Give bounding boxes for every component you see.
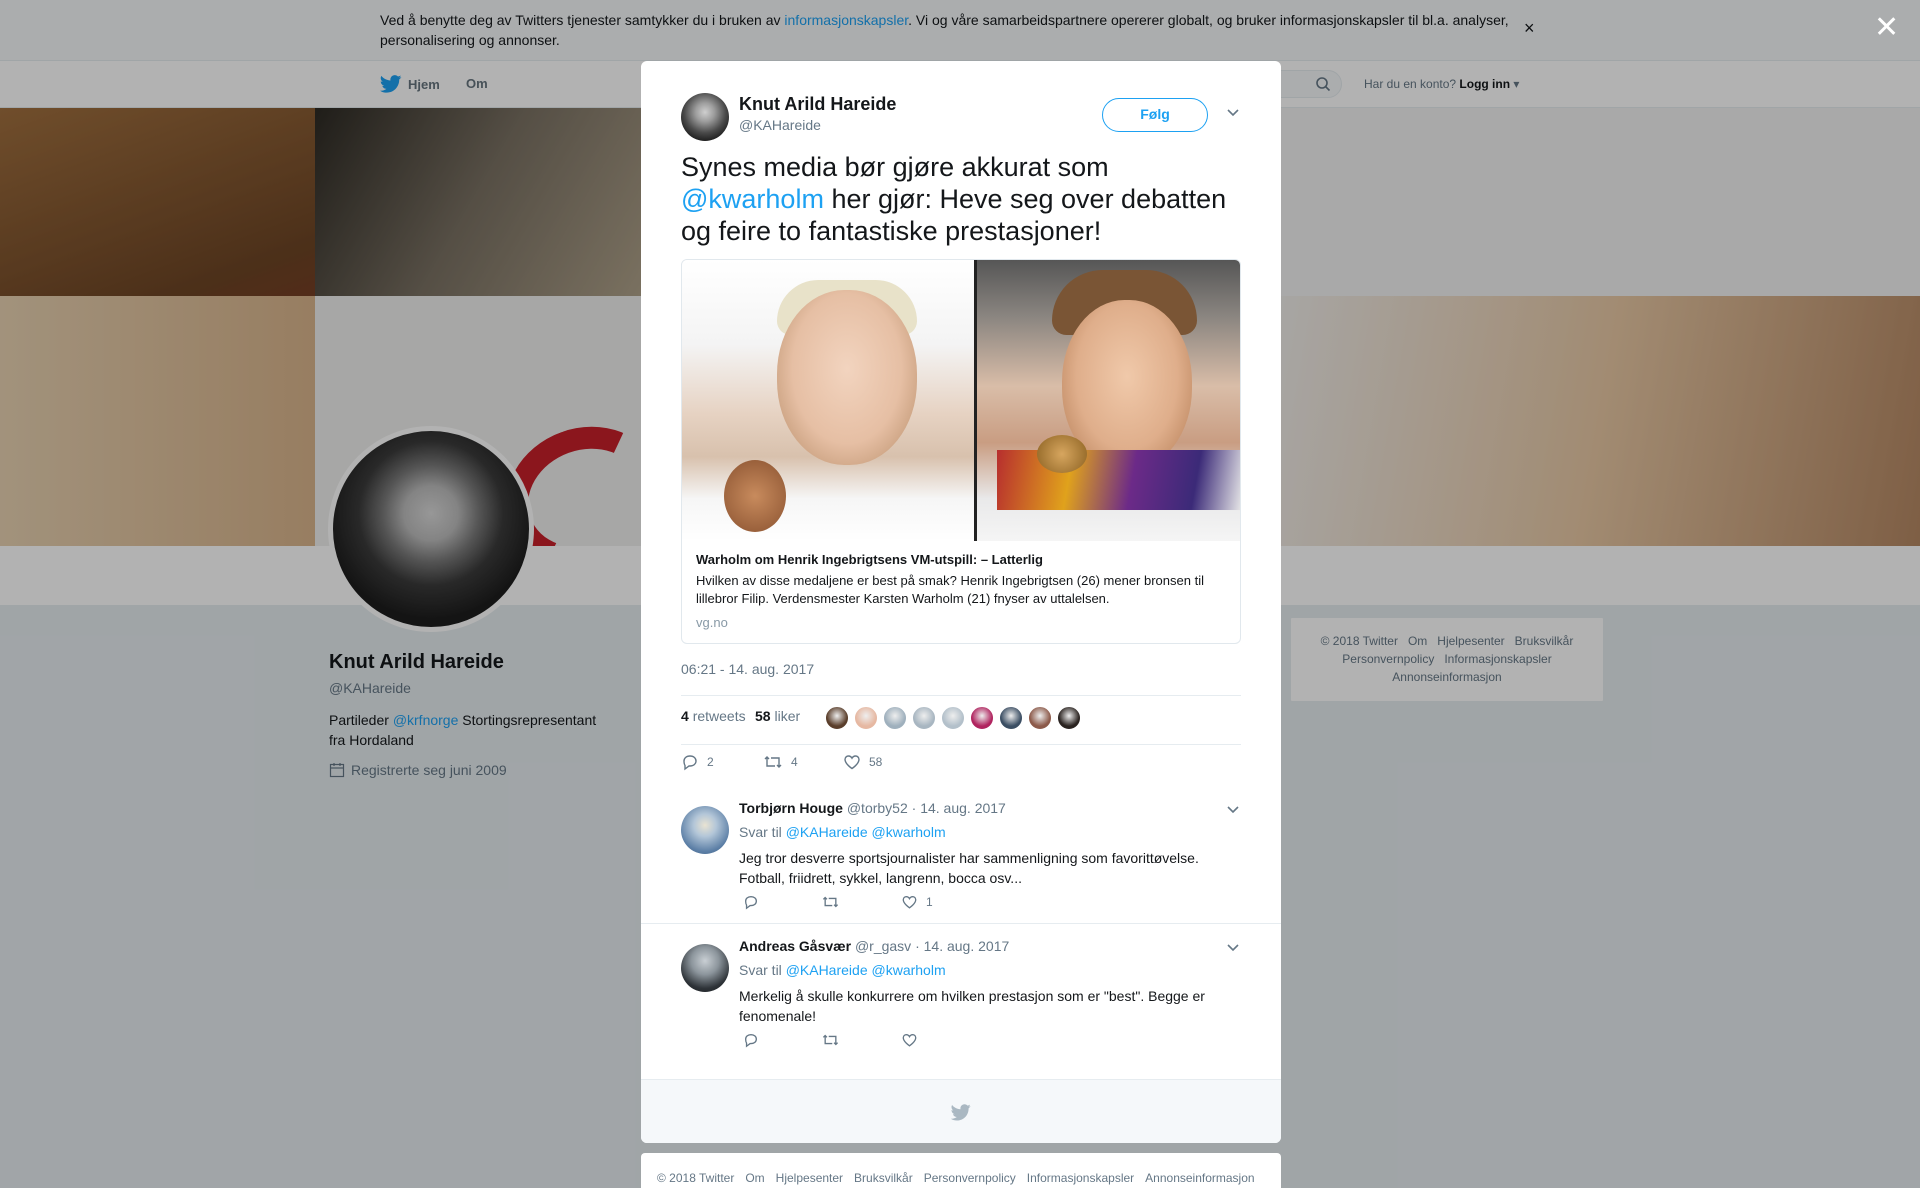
like-button[interactable]: 58: [843, 753, 882, 771]
footer-link[interactable]: Hjelpesenter: [776, 1171, 843, 1185]
liker-avatar[interactable]: [825, 706, 849, 730]
like-stat[interactable]: 58 liker: [755, 708, 800, 724]
reply-button[interactable]: [743, 1032, 759, 1048]
card-image: [682, 260, 1240, 541]
reply-date[interactable]: · 14. aug. 2017: [915, 938, 1009, 954]
reply-to-label: Svar til: [739, 962, 782, 978]
reply-button[interactable]: 2: [681, 753, 714, 771]
retweet-icon: [822, 1034, 839, 1046]
retweet-icon: [764, 756, 782, 768]
reply-to: Svar til @KAHareide @kwarholm: [739, 962, 946, 978]
tweet-author-handle[interactable]: @KAHareide: [739, 117, 821, 133]
liker-avatar[interactable]: [912, 706, 936, 730]
tweet-timestamp[interactable]: 06:21 - 14. aug. 2017: [681, 661, 814, 677]
retweet-button[interactable]: [821, 1032, 840, 1048]
bottom-footer: © 2018 Twitter Om Hjelpesenter Bruksvilkår P…: [641, 1153, 1281, 1188]
footer-link[interactable]: Informasjonskapsler: [1027, 1171, 1134, 1185]
retweet-button[interactable]: [821, 894, 840, 910]
follow-button[interactable]: Følg: [1102, 98, 1208, 132]
retweet-action-count: 4: [791, 755, 798, 769]
reply-to-label: Svar til: [739, 824, 782, 840]
heart-icon: [844, 755, 860, 770]
reply-tweet[interactable]: Andreas Gåsvær @r_gasv · 14. aug. 2017 S…: [641, 923, 1281, 1061]
chevron-down-icon[interactable]: [1226, 107, 1240, 117]
reply-header: Torbjørn Houge @torby52 · 14. aug. 2017: [739, 800, 1006, 816]
reply-icon: [683, 755, 697, 771]
heart-icon: [902, 1033, 917, 1047]
reply-text: Merkelig å skulle konkurrere om hvilken …: [739, 988, 1205, 1024]
card-domain: vg.no: [696, 615, 728, 630]
tweet-stats: 4 retweets 58 liker: [681, 695, 1241, 745]
footer-link[interactable]: Bruksvilkår: [854, 1171, 913, 1185]
reply-avatar[interactable]: [681, 944, 729, 992]
reply-tweet[interactable]: Torbjørn Houge @torby52 · 14. aug. 2017 …: [641, 786, 1281, 924]
tweet-mention-link[interactable]: @kwarholm: [681, 184, 824, 214]
retweet-icon: [822, 896, 839, 908]
modal-footer: [641, 1079, 1281, 1143]
reply-author-name[interactable]: Torbjørn Houge: [739, 800, 843, 816]
like-label: liker: [774, 708, 801, 724]
likers-avatars: [825, 706, 1081, 730]
tweet-text-start: Synes media bør gjøre akkurat som: [681, 152, 1109, 182]
reply-text: Jeg tror desverre sportsjournalister har…: [739, 850, 1199, 886]
liker-avatar[interactable]: [999, 706, 1023, 730]
liker-avatar[interactable]: [1057, 706, 1081, 730]
twitter-bird-icon: [951, 1104, 971, 1121]
reply-author-name[interactable]: Andreas Gåsvær: [739, 938, 851, 954]
reply-like-count: 1: [926, 895, 933, 909]
retweet-stat[interactable]: 4 retweets: [681, 708, 746, 724]
reply-button[interactable]: [743, 894, 759, 910]
liker-avatar[interactable]: [854, 706, 878, 730]
tweet-text: Synes media bør gjøre akkurat som @kwarh…: [681, 151, 1251, 247]
like-count: 58: [755, 708, 771, 724]
footer-link[interactable]: Personvernpolicy: [924, 1171, 1016, 1185]
reply-actions: 1: [739, 894, 1139, 914]
reply-icon: [744, 1033, 758, 1048]
card-title: Warholm om Henrik Ingebrigtsens VM-utspi…: [696, 552, 1043, 567]
reply-header: Andreas Gåsvær @r_gasv · 14. aug. 2017: [739, 938, 1009, 954]
tweet-actions: 2 4 58: [681, 753, 1241, 783]
reply-avatar[interactable]: [681, 806, 729, 854]
reply-count: 2: [707, 755, 714, 769]
reply-to-links[interactable]: @KAHareide @kwarholm: [786, 962, 946, 978]
footer-link[interactable]: Om: [745, 1171, 764, 1185]
like-action-count: 58: [869, 755, 883, 769]
tweet-author-avatar[interactable]: [681, 93, 729, 141]
card-description: Hvilken av disse medaljene er best på sm…: [696, 573, 1204, 606]
reply-date[interactable]: · 14. aug. 2017: [912, 800, 1006, 816]
like-button[interactable]: [901, 1032, 926, 1048]
footer-link[interactable]: Annonseinformasjon: [1145, 1171, 1254, 1185]
reply-actions: [739, 1032, 1139, 1052]
close-icon[interactable]: ✕: [1874, 10, 1899, 45]
link-card[interactable]: Warholm om Henrik Ingebrigtsens VM-utspi…: [681, 259, 1241, 644]
tweet-modal: Knut Arild Hareide @KAHareide Følg Synes…: [641, 61, 1281, 1143]
reply-author-handle[interactable]: @torby52: [847, 800, 908, 816]
reply-to-links[interactable]: @KAHareide @kwarholm: [786, 824, 946, 840]
retweet-label: retweets: [692, 708, 746, 724]
retweet-button[interactable]: 4: [763, 753, 798, 771]
chevron-down-icon[interactable]: [1226, 804, 1240, 814]
chevron-down-icon[interactable]: [1226, 942, 1240, 952]
liker-avatar[interactable]: [883, 706, 907, 730]
footer-link: © 2018 Twitter: [657, 1171, 735, 1185]
liker-avatar[interactable]: [941, 706, 965, 730]
reply-icon: [744, 895, 758, 910]
tweet-author-name[interactable]: Knut Arild Hareide: [739, 94, 896, 115]
liker-avatar[interactable]: [970, 706, 994, 730]
retweet-count: 4: [681, 708, 689, 724]
reply-to: Svar til @KAHareide @kwarholm: [739, 824, 946, 840]
like-button[interactable]: 1: [901, 894, 933, 910]
liker-avatar[interactable]: [1028, 706, 1052, 730]
reply-author-handle[interactable]: @r_gasv: [855, 938, 911, 954]
heart-icon: [902, 895, 917, 909]
